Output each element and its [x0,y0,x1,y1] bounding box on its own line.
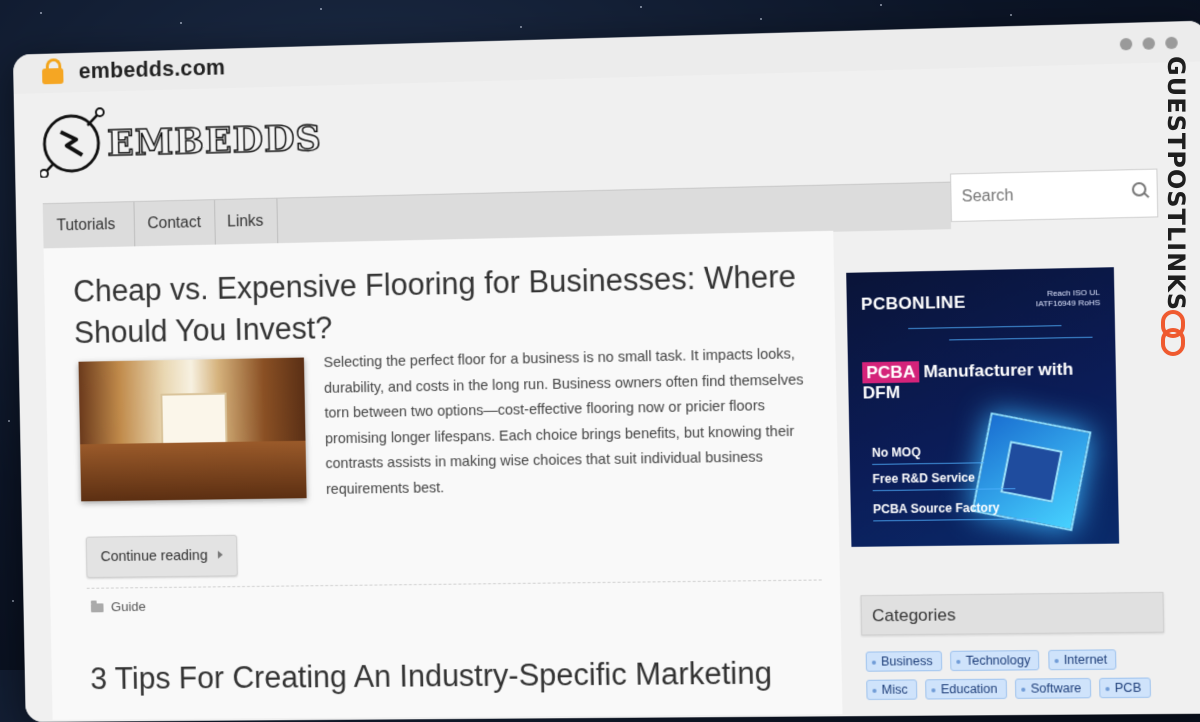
nav-label: Tutorials [56,216,116,235]
ad-headline: PCBA Manufacturer with DFM [862,359,1074,403]
category-tag[interactable]: Technology [950,650,1040,672]
ad-brand: PCBONLINE [860,292,966,314]
url-text[interactable]: embedds.com [78,55,225,85]
nav-label: Links [226,212,264,231]
category-tag[interactable]: Software [1015,677,1091,699]
lock-icon [42,58,64,85]
ad-feature: PCBA Source Factory [872,500,1000,517]
category-tag-cloud: Business Technology Internet Misc Educat… [865,649,1174,708]
guestpostlinks-watermark: GUESTPOSTLINKS [1150,48,1200,368]
watermark-text: GUESTPOSTLINKS [1162,56,1190,312]
category-tag[interactable]: Internet [1048,649,1117,671]
ad-certifications: Reach ISO UL IATF16949 RoHS [1035,287,1101,309]
nav-item-tutorials[interactable]: Tutorials ⌄ [42,202,136,278]
category-tag[interactable]: Business [865,650,942,672]
search-icon[interactable] [1131,182,1147,197]
post-divider [86,579,822,589]
search-box [950,168,1159,223]
post-category: Guide [90,599,146,614]
post-title[interactable]: 3 Tips For Creating An Industry-Specific… [90,652,842,700]
continue-reading-label: Continue reading [100,547,208,566]
ad-feature: No MOQ [871,445,921,460]
post-title[interactable]: Cheap vs. Expensive Flooring for Busines… [73,255,825,354]
browser-window: embedds.com EMBEDDS Tutorials ⌄ [12,20,1200,722]
category-tag[interactable]: Misc [866,679,918,700]
continue-reading-button[interactable]: Continue reading [85,534,239,578]
logo-text: EMBEDDS [106,117,323,165]
arrow-right-icon [218,550,224,559]
folder-icon [90,603,104,613]
nav-item-links[interactable]: Links [213,198,279,246]
main-content: Cheap vs. Expensive Flooring for Busines… [43,230,843,720]
post-excerpt: Selecting the perfect floor for a busine… [323,346,804,498]
site-logo[interactable]: EMBEDDS [39,100,323,178]
nav-item-contact[interactable]: Contact [133,200,216,248]
webpage: EMBEDDS Tutorials ⌄ Contact Links C [13,61,1200,722]
nav-label: Contact [147,214,202,233]
logo-bolt-icon [39,105,106,178]
ad-feature: Free R&D Service [872,470,976,487]
sidebar-ad-banner[interactable]: PCBONLINE Reach ISO UL IATF16949 RoHS PC… [846,267,1120,547]
search-input[interactable] [951,170,1139,222]
category-tag[interactable]: PCB [1099,677,1151,699]
post-thumbnail[interactable] [78,357,307,502]
category-link[interactable]: Guide [111,599,146,614]
categories-widget-title: Categories [860,591,1165,636]
link-chain-icon [1161,310,1185,356]
category-tag[interactable]: Education [925,678,1007,700]
